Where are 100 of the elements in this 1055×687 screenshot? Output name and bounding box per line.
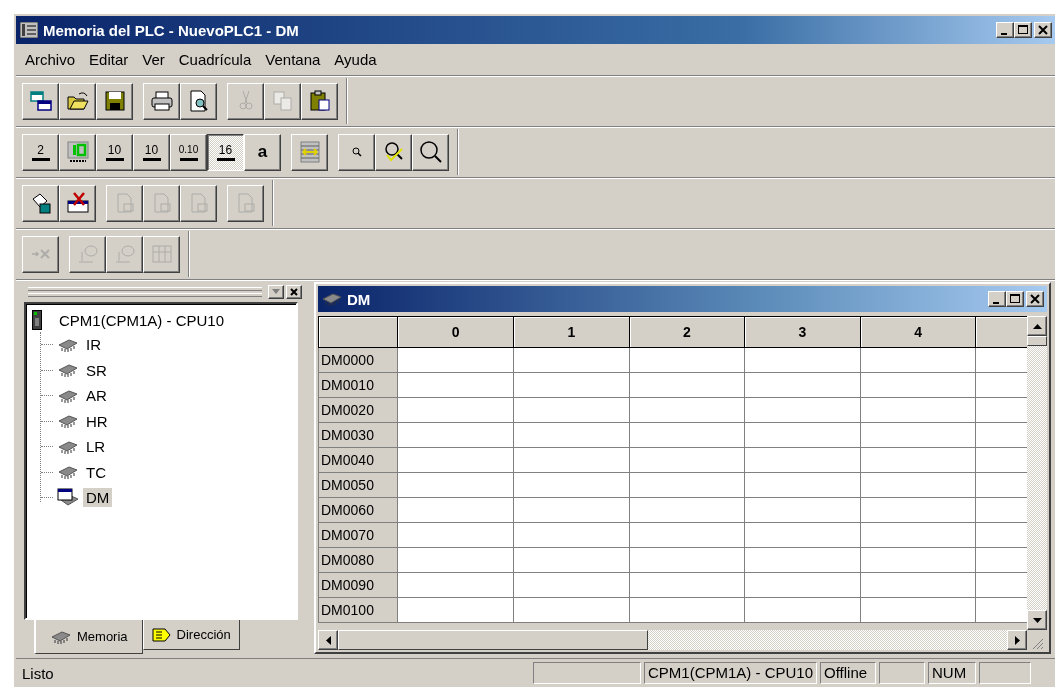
toolbar-button[interactable] [96, 82, 133, 120]
table-cell[interactable] [397, 572, 514, 598]
table-cell[interactable] [860, 597, 976, 623]
table-cell[interactable] [513, 597, 630, 623]
tree-item[interactable]: SR [83, 360, 110, 380]
toolbar-button[interactable] [22, 82, 59, 120]
table-cell[interactable] [629, 447, 745, 473]
row-header[interactable]: DM0020 [318, 397, 398, 423]
table-cell[interactable] [744, 572, 861, 598]
row-header[interactable]: DM0010 [318, 372, 398, 398]
toolbar-button[interactable]: 10 [133, 133, 170, 171]
table-cell[interactable] [397, 472, 514, 498]
tree-item[interactable]: DM [83, 488, 113, 508]
table-cell[interactable] [629, 497, 745, 523]
tree-item[interactable]: HR [83, 411, 111, 431]
close-button[interactable] [286, 285, 302, 299]
table-cell[interactable] [397, 347, 514, 373]
table-cell[interactable] [397, 422, 514, 448]
table-cell[interactable] [629, 422, 745, 448]
table-cell[interactable] [744, 522, 861, 548]
menu-item[interactable]: Archivo [20, 49, 81, 70]
toolbar-button[interactable]: 10 [96, 133, 133, 171]
dropdown-button[interactable] [268, 285, 284, 299]
table-cell[interactable] [513, 497, 630, 523]
table-cell[interactable] [860, 397, 976, 423]
row-header[interactable]: DM0040 [318, 447, 398, 473]
table-cell[interactable] [629, 547, 745, 573]
tree-item[interactable]: IR [83, 335, 104, 355]
table-cell[interactable] [744, 447, 861, 473]
toolbar-button[interactable]: a [244, 133, 281, 171]
table-cell[interactable] [744, 497, 861, 523]
row-header[interactable]: DM0090 [318, 572, 398, 598]
table-cell[interactable] [744, 597, 861, 623]
toolbar-button[interactable]: 2 [22, 133, 59, 171]
tab[interactable]: Memoria [34, 620, 143, 654]
minimize-button[interactable] [996, 22, 1014, 38]
resize-grip-icon[interactable] [1030, 636, 1044, 650]
table-cell[interactable] [629, 372, 745, 398]
close-button[interactable] [1034, 22, 1052, 38]
table-cell[interactable] [513, 447, 630, 473]
tree-item[interactable]: AR [83, 386, 110, 406]
tree-item[interactable]: TC [83, 462, 109, 482]
table-cell[interactable] [744, 347, 861, 373]
toolbar-button[interactable]: 0.10 [170, 133, 207, 171]
menu-item[interactable]: Ayuda [329, 49, 382, 70]
table-cell[interactable] [513, 472, 630, 498]
table-cell[interactable] [397, 497, 514, 523]
minimize-button[interactable] [988, 291, 1006, 307]
table-cell[interactable] [860, 372, 976, 398]
scroll-left-button[interactable] [318, 630, 338, 650]
toolbar-button[interactable] [338, 133, 375, 171]
scroll-down-button[interactable] [1027, 610, 1047, 630]
toolbar-button[interactable] [22, 184, 59, 222]
maximize-button[interactable] [1014, 22, 1032, 38]
menu-item[interactable]: Ventana [260, 49, 326, 70]
tree-item[interactable]: LR [83, 437, 109, 457]
table-cell[interactable] [513, 522, 630, 548]
horizontal-scrollbar[interactable] [318, 630, 1027, 650]
column-header[interactable]: 3 [744, 316, 861, 348]
scroll-right-button[interactable] [1007, 630, 1027, 650]
menu-item[interactable]: Cuadrícula [173, 49, 257, 70]
toolbar-button[interactable]: 16 [207, 133, 244, 171]
table-cell[interactable] [860, 472, 976, 498]
row-header[interactable]: DM0100 [318, 597, 398, 623]
toolbar-button[interactable] [59, 133, 96, 171]
toolbar-button[interactable] [143, 82, 180, 120]
column-header[interactable]: 0 [397, 316, 514, 348]
maximize-button[interactable] [1006, 291, 1024, 307]
tree-item[interactable]: CPM1(CPM1A) - CPU10 [56, 310, 228, 330]
table-cell[interactable] [397, 522, 514, 548]
toolbar-button[interactable] [412, 133, 449, 171]
table-cell[interactable] [397, 397, 514, 423]
table-cell[interactable] [629, 397, 745, 423]
tab[interactable]: Dirección [142, 620, 240, 650]
table-cell[interactable] [513, 572, 630, 598]
table-cell[interactable] [860, 347, 976, 373]
table-cell[interactable] [629, 572, 745, 598]
table-cell[interactable] [744, 472, 861, 498]
table-cell[interactable] [860, 522, 976, 548]
table-cell[interactable] [513, 372, 630, 398]
column-header[interactable]: 2 [629, 316, 745, 348]
table-cell[interactable] [860, 422, 976, 448]
row-header[interactable]: DM0060 [318, 497, 398, 523]
table-cell[interactable] [860, 497, 976, 523]
scroll-up-button[interactable] [1027, 316, 1047, 336]
toolbar-button[interactable] [301, 82, 338, 120]
table-cell[interactable] [513, 347, 630, 373]
table-cell[interactable] [744, 372, 861, 398]
toolbar-button[interactable] [59, 82, 96, 120]
menu-item[interactable]: Editar [84, 49, 134, 70]
table-cell[interactable] [629, 472, 745, 498]
table-cell[interactable] [513, 397, 630, 423]
table-cell[interactable] [397, 372, 514, 398]
toolbar-button[interactable] [291, 133, 328, 171]
row-header[interactable]: DM0070 [318, 522, 398, 548]
toolbar-button[interactable] [180, 82, 217, 120]
menu-item[interactable]: Ver [137, 49, 170, 70]
scroll-thumb[interactable] [338, 630, 648, 650]
table-cell[interactable] [860, 572, 976, 598]
toolbar-button[interactable] [59, 184, 96, 222]
